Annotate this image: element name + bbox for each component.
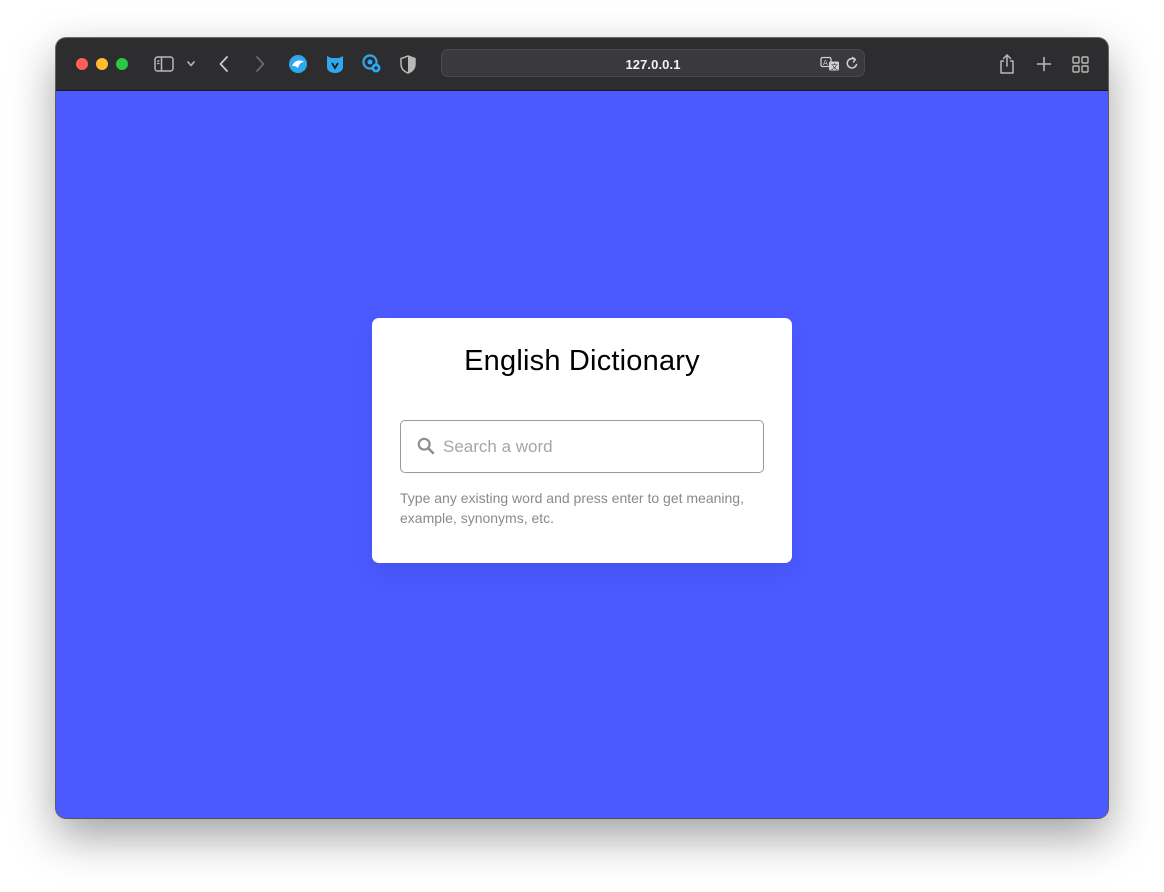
back-icon[interactable]: [216, 52, 232, 76]
minimize-window-button[interactable]: [96, 58, 108, 70]
close-window-button[interactable]: [76, 58, 88, 70]
search-icon: [417, 437, 435, 460]
browser-toolbar: 127.0.0.1 A文: [56, 38, 1108, 91]
chevron-down-icon[interactable]: [185, 52, 197, 76]
page-title: English Dictionary: [464, 345, 700, 377]
search-hint: Type any existing word and press enter t…: [400, 490, 744, 526]
tab-overview-icon[interactable]: [1070, 52, 1090, 76]
extension-cloud-icon[interactable]: [360, 52, 382, 76]
extension-shield-cat-icon[interactable]: [324, 52, 346, 76]
page-content: English Dictionary Type any existing wor…: [56, 91, 1108, 818]
browser-window: 127.0.0.1 A文 English Dictionary Search a…: [56, 38, 1108, 818]
search-box[interactable]: [400, 420, 764, 473]
sidebar-toggle-icon[interactable]: [153, 52, 175, 76]
svg-text:A: A: [823, 59, 828, 67]
search-input[interactable]: [443, 421, 743, 472]
forward-icon[interactable]: [252, 52, 268, 76]
privacy-shield-icon[interactable]: [398, 52, 418, 76]
share-icon[interactable]: [996, 52, 1018, 76]
reload-icon[interactable]: [845, 56, 859, 76]
translate-icon[interactable]: A文: [820, 56, 840, 77]
extension-globe-icon[interactable]: [287, 52, 309, 76]
svg-text:文: 文: [831, 62, 838, 71]
address-bar[interactable]: 127.0.0.1 A文: [441, 49, 865, 77]
maximize-window-button[interactable]: [116, 58, 128, 70]
new-tab-icon[interactable]: [1034, 52, 1054, 76]
url-text: 127.0.0.1: [625, 57, 681, 72]
dictionary-card: English Dictionary Type any existing wor…: [372, 318, 792, 563]
